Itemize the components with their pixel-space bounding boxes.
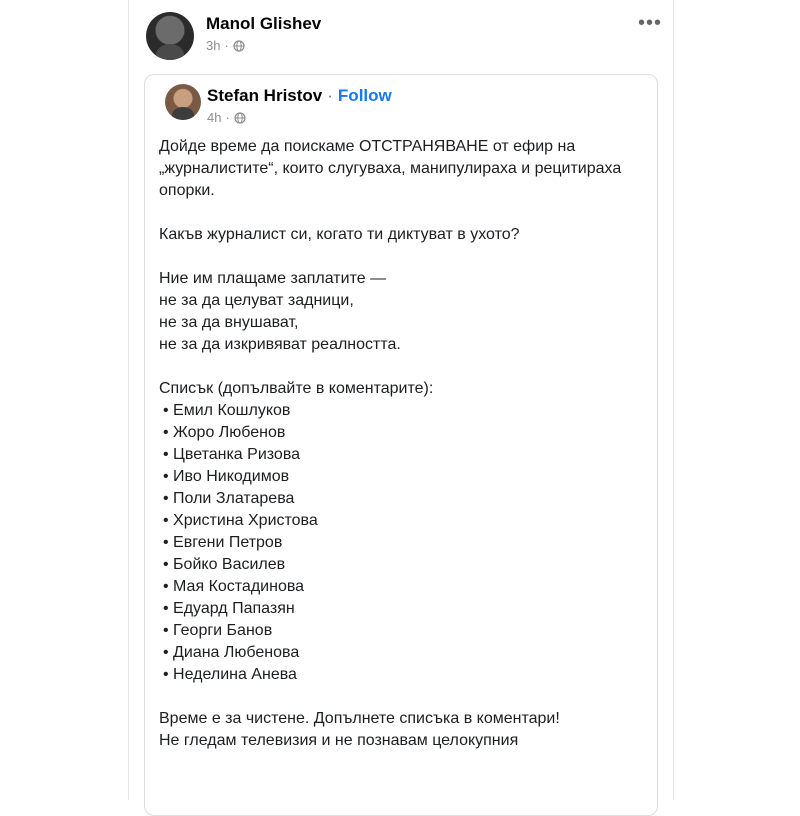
list-item: Бойко Василев (159, 554, 649, 576)
list-title: Списък (допълвайте в коментарите): (159, 380, 434, 397)
list-item: Цветанка Ризова (159, 444, 649, 466)
post-line: не за да целуват задници, (159, 292, 354, 309)
shared-author-header: Stefan Hristov · Follow (207, 86, 392, 106)
shared-post-body: Дойде време да поискаме ОТСТРАНЯВАНЕ от … (159, 136, 649, 752)
globe-icon (234, 111, 246, 124)
list-item: Едуард Папазян (159, 598, 649, 620)
list-item: Христина Христова (159, 510, 649, 532)
meta-separator: · (225, 110, 230, 125)
post-paragraph: Какъв журналист си, когато ти диктуват в… (159, 226, 520, 243)
post-line: не за да изкривяват реалността. (159, 336, 401, 353)
list-item: Жоро Любенов (159, 422, 649, 444)
list-item: Диана Любенова (159, 642, 649, 664)
list-item: Неделина Анева (159, 664, 649, 686)
post-time[interactable]: 3h (206, 38, 220, 53)
list-item: Георги Банов (159, 620, 649, 642)
author-name[interactable]: Manol Glishev (206, 14, 321, 34)
follow-button[interactable]: Follow (338, 86, 392, 106)
list-item: Емил Кошлуков (159, 400, 649, 422)
list-item: Евгени Петров (159, 532, 649, 554)
list-item: Мая Костадинова (159, 576, 649, 598)
globe-icon (233, 39, 245, 52)
list-item: Поли Златарева (159, 488, 649, 510)
shared-post-time[interactable]: 4h (207, 110, 221, 125)
shared-post-meta: 4h · (207, 110, 246, 125)
shared-author-avatar[interactable] (165, 84, 201, 120)
shared-author-name[interactable]: Stefan Hristov (207, 86, 322, 106)
post-paragraph: Време е за чистене. Допълнете списъка в … (159, 710, 560, 727)
author-avatar[interactable] (146, 12, 194, 60)
post-line: Ние им плащаме заплатите — (159, 270, 387, 287)
post-paragraph: Дойде време да поискаме ОТСТРАНЯВАНЕ от … (159, 138, 622, 199)
meta-separator: · (224, 38, 229, 53)
more-horizontal-icon[interactable]: ••• (638, 12, 662, 35)
post-paragraph: Не гледам телевизия и не познавам целоку… (159, 732, 519, 749)
header-separator: · (327, 86, 333, 105)
names-list: Емил Кошлуков Жоро Любенов Цветанка Ризо… (159, 400, 649, 686)
post-meta: 3h · (206, 38, 245, 53)
post-line: не за да внушават, (159, 314, 299, 331)
list-item: Иво Никодимов (159, 466, 649, 488)
